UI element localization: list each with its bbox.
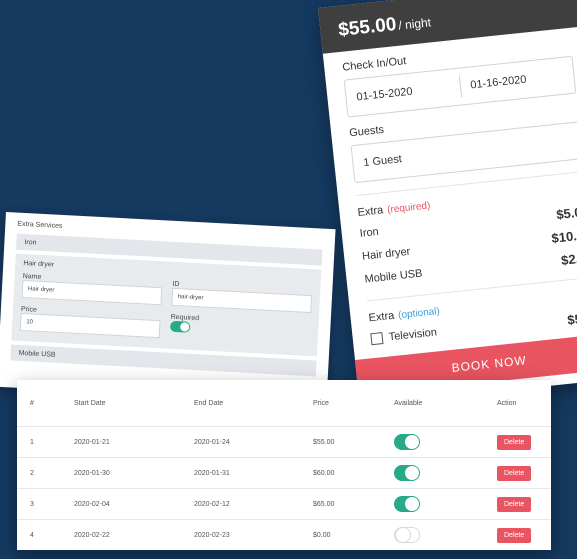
extra-required-label: Extra [357, 204, 384, 219]
extra-optional-label: Extra [368, 309, 395, 325]
col-header-price: Price [313, 399, 329, 407]
delete-button[interactable]: Delete [497, 465, 532, 481]
nightly-price: $55.00 [337, 13, 398, 41]
row-number: 4 [30, 531, 34, 539]
row-number: 1 [30, 438, 34, 446]
available-toggle[interactable] [394, 527, 420, 543]
price-cell[interactable]: $65.00 [313, 501, 394, 508]
start-date-cell[interactable]: 2020-01-30 [74, 470, 194, 477]
optional-tag: (optional) [397, 305, 441, 322]
extra-item-price: $2.00 [560, 249, 577, 268]
television-checkbox[interactable] [370, 332, 384, 346]
available-toggle[interactable] [394, 434, 420, 450]
extra-services-panel: Extra Services Iron Hair dryer Name Hair… [0, 212, 336, 405]
col-header-available: Available [394, 399, 423, 407]
required-toggle[interactable] [169, 320, 191, 333]
delete-button[interactable]: Delete [497, 527, 532, 543]
start-date-cell[interactable]: 2020-01-21 [74, 439, 194, 446]
end-date-cell[interactable]: 2020-01-31 [194, 470, 313, 477]
required-tag: (required) [386, 200, 431, 216]
col-header-number: # [30, 399, 34, 407]
booking-card: $55.00 / night Check In/Out 01-15-2020 0… [318, 0, 577, 406]
price-cell[interactable]: $0.00 [313, 532, 394, 539]
row-number: 2 [30, 469, 34, 477]
col-header-action: Action [497, 399, 517, 407]
extra-service-hair-dryer: Hair dryer Name Hair dryer ID hair-dryer… [11, 253, 322, 357]
extra-item-name: Iron [359, 225, 380, 240]
optional-item-name: Television [388, 326, 438, 344]
check-in-date[interactable]: 01-15-2020 [346, 81, 460, 105]
table-row: 2 2020-01-30 2020-01-31 $60.00 Delete [17, 458, 551, 489]
available-toggle[interactable] [394, 496, 420, 512]
check-out-date[interactable]: 01-16-2020 [460, 69, 574, 93]
start-date-cell[interactable]: 2020-02-22 [74, 532, 194, 539]
table-header: # Start Date End Date Price Available Ac… [17, 380, 551, 427]
delete-button[interactable]: Delete [497, 434, 532, 450]
per-night-label: / night [397, 15, 432, 33]
available-toggle[interactable] [394, 465, 420, 481]
end-date-cell[interactable]: 2020-02-23 [194, 532, 313, 539]
col-header-end-date: End Date [194, 399, 224, 407]
end-date-cell[interactable]: 2020-01-24 [194, 439, 313, 446]
extra-item-price: $5.00 [555, 203, 577, 223]
price-cell[interactable]: $55.00 [313, 439, 394, 446]
start-date-cell[interactable]: 2020-02-04 [74, 501, 194, 508]
extra-item-name: Hair dryer [361, 245, 411, 263]
table-row: 1 2020-01-21 2020-01-24 $55.00 Delete [17, 427, 551, 458]
extra-item-name: Mobile USB [364, 267, 424, 286]
table-row: 3 2020-02-04 2020-02-12 $65.00 Delete [17, 489, 551, 520]
end-date-cell[interactable]: 2020-02-12 [194, 501, 313, 508]
table-row: 4 2020-02-22 2020-02-23 $0.00 Delete [17, 520, 551, 550]
extra-item-price: $10.00 [550, 226, 577, 246]
price-cell[interactable]: $60.00 [313, 470, 394, 477]
optional-item-price: $5.00 [566, 309, 577, 328]
row-number: 3 [30, 500, 34, 508]
col-header-start-date: Start Date [74, 399, 106, 407]
delete-button[interactable]: Delete [497, 496, 532, 512]
date-price-table: # Start Date End Date Price Available Ac… [17, 380, 551, 550]
